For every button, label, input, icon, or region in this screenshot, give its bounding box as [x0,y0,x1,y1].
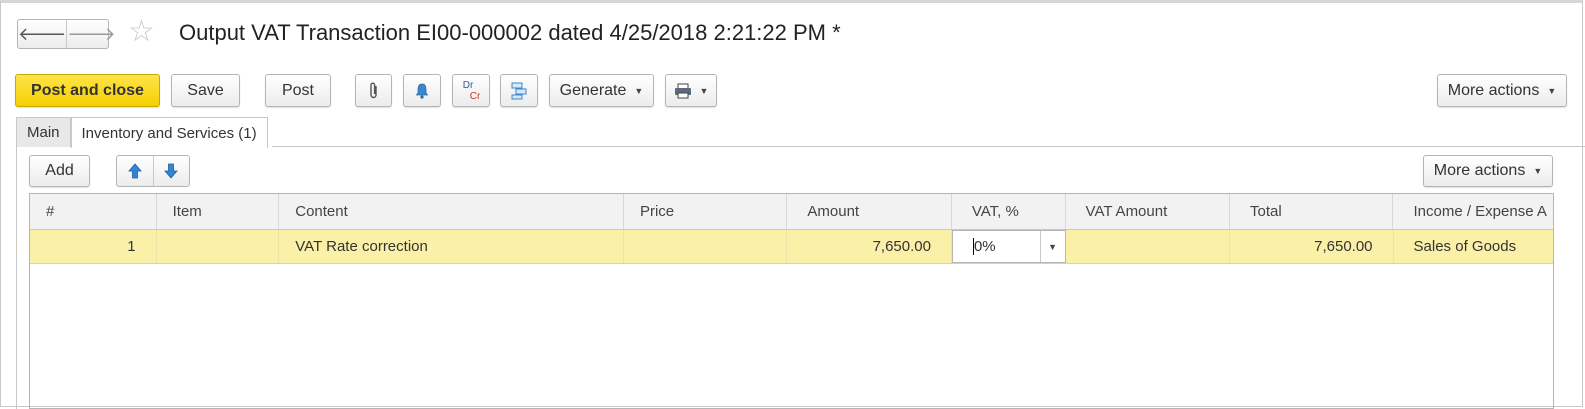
move-up-icon[interactable] [117,156,153,186]
column-header-price[interactable]: Price [624,194,788,229]
post-button[interactable]: Post [265,74,331,107]
items-table: # Item Content Price Amount VAT, % VAT A… [29,193,1554,409]
generate-button[interactable]: Generate ▼ [549,74,654,107]
tab-main[interactable]: Main [16,117,71,147]
nav-buttons: 🡐 🡒 [17,19,116,49]
paperclip-icon [369,82,377,98]
cell-vat-amount[interactable] [1066,230,1231,263]
save-button[interactable]: Save [171,74,240,107]
dr-label: Dr [462,79,474,91]
column-header-vat-rate[interactable]: VAT, % [952,194,1066,229]
page-title: Output VAT Transaction EI00-000002 dated… [179,20,841,45]
printer-icon [674,83,691,98]
reminder-button[interactable] [403,74,441,107]
vat-rate-input[interactable]: 0% ▼ [951,230,1066,263]
cr-label: Cr [469,90,481,102]
post-and-close-button[interactable]: Post and close [15,74,160,107]
add-button[interactable]: Add [29,155,90,187]
hierarchy-icon [511,82,527,99]
table-row[interactable]: 1 VAT Rate correction 7,650.00 0% ▼ 7,65… [30,230,1553,264]
move-buttons [116,155,190,187]
vat-rate-value: 0% [973,238,996,255]
back-arrow-icon[interactable]: 🡐 [18,20,66,48]
forward-arrow-icon[interactable]: 🡒 [66,20,116,48]
column-header-income-expense[interactable]: Income / Expense A [1393,194,1552,229]
column-header-total[interactable]: Total [1230,194,1394,229]
chevron-down-icon: ▼ [634,85,644,96]
bell-icon [415,83,429,99]
cell-total[interactable]: 7,650.00 [1230,230,1394,263]
cell-item[interactable] [157,230,280,263]
favorite-star-icon[interactable]: ☆ [128,17,155,47]
column-header-number[interactable]: # [30,194,157,229]
cell-number: 1 [30,230,157,263]
table-header: # Item Content Price Amount VAT, % VAT A… [30,194,1553,230]
chevron-down-icon: ▼ [1533,166,1543,176]
cell-income-expense[interactable]: Sales of Goods [1394,230,1553,263]
generate-label: Generate [559,81,627,99]
move-down-icon[interactable] [152,156,190,186]
tab-bar: Main Inventory and Services (1) [16,117,268,148]
cell-content[interactable]: VAT Rate correction [279,230,624,263]
dr-cr-button[interactable]: Dr Cr [452,74,490,107]
chevron-down-icon[interactable]: ▼ [1039,231,1065,262]
table-more-actions-button[interactable]: More actions ▼ [1423,155,1553,187]
column-header-content[interactable]: Content [279,194,624,229]
chevron-down-icon: ▼ [1547,85,1557,96]
tab-panel-border [16,146,17,409]
table-more-actions-label: More actions [1433,162,1526,179]
column-header-item[interactable]: Item [157,194,280,229]
attach-button[interactable] [355,74,392,107]
cell-amount[interactable]: 7,650.00 [787,230,952,263]
more-actions-button[interactable]: More actions ▼ [1437,74,1567,107]
column-header-vat-amount[interactable]: VAT Amount [1066,194,1231,229]
print-button[interactable]: ▼ [665,74,717,107]
tab-divider [272,146,1585,147]
column-header-amount[interactable]: Amount [787,194,952,229]
structure-button[interactable] [500,74,538,107]
cell-price[interactable] [624,230,788,263]
tab-inventory-and-services[interactable]: Inventory and Services (1) [70,117,268,148]
chevron-down-icon: ▼ [699,85,709,96]
more-actions-label: More actions [1447,81,1540,99]
